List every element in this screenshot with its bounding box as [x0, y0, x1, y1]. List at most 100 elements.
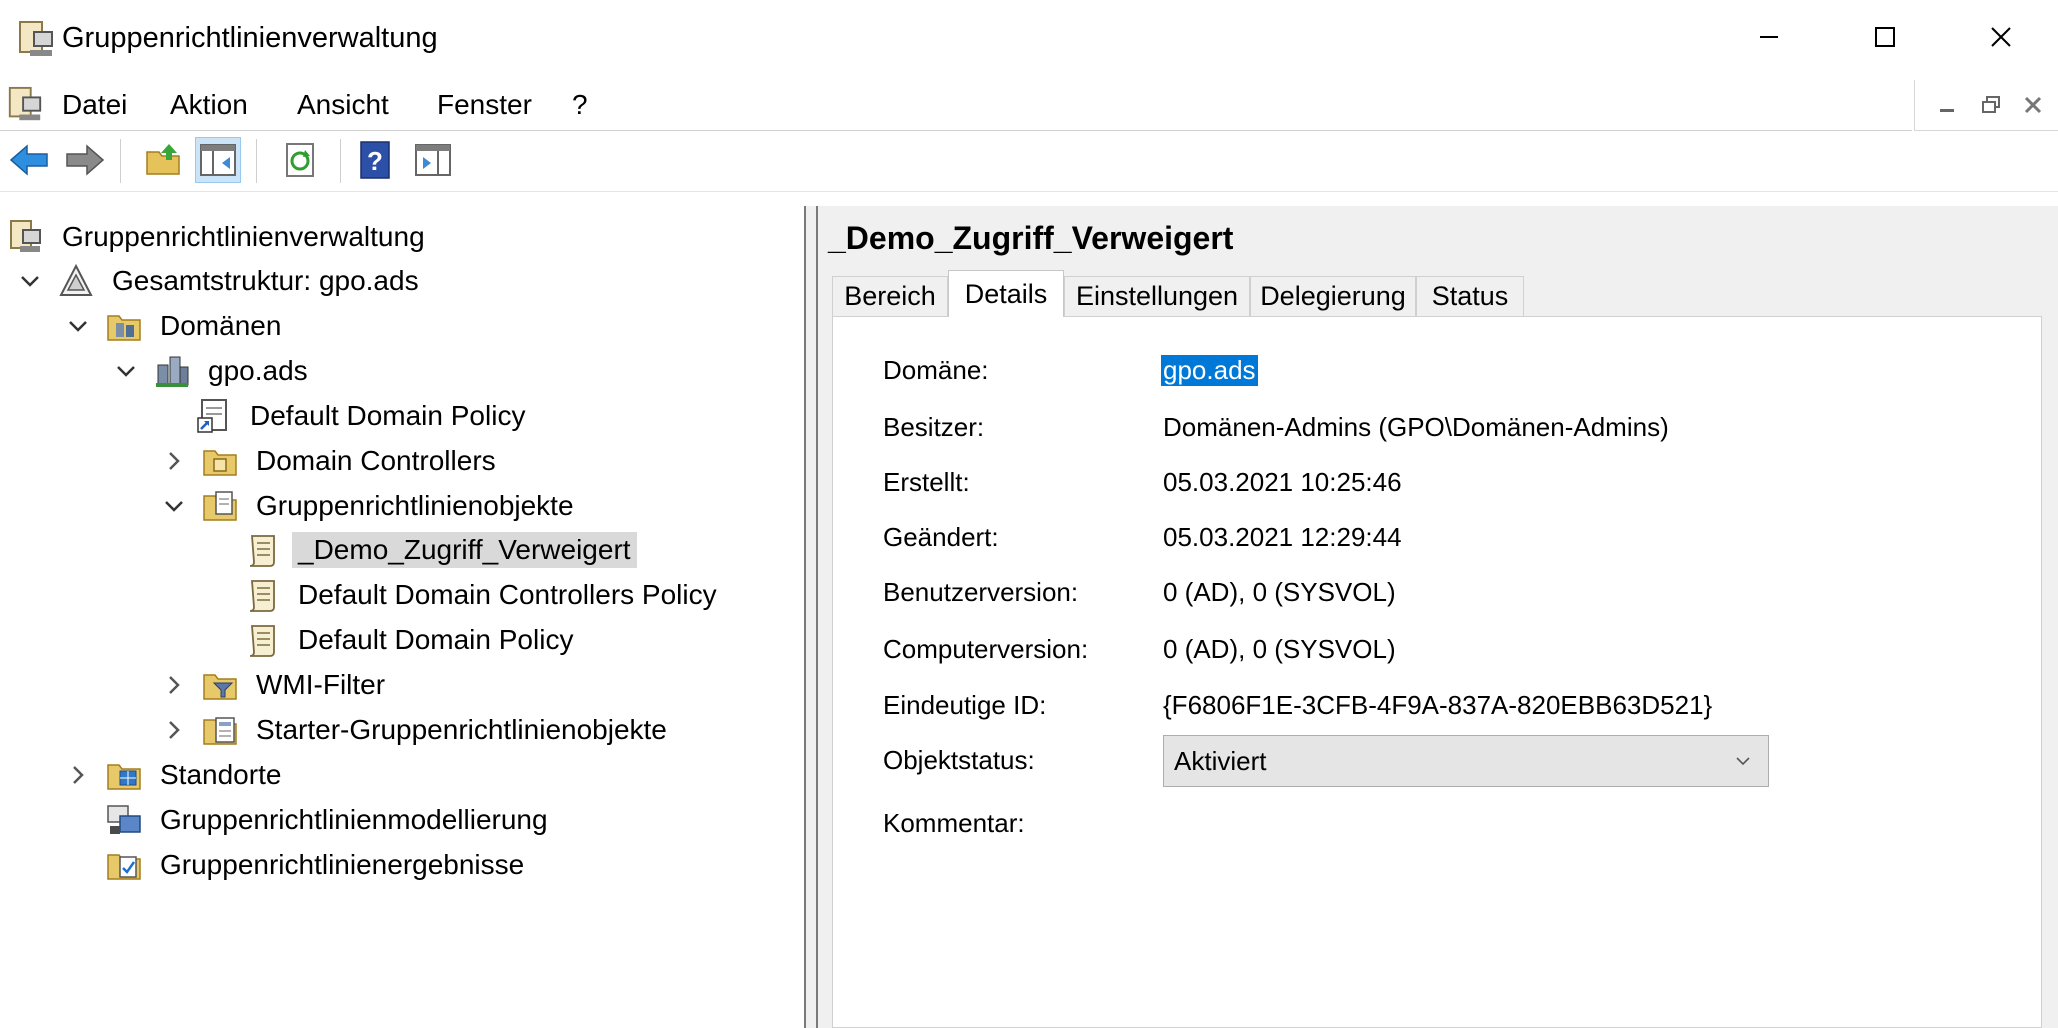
chevron-down-icon[interactable] — [160, 492, 188, 520]
modified-label: Geändert: — [883, 522, 999, 552]
show-hide-action-pane-button[interactable] — [410, 137, 456, 183]
tree-item-sites[interactable]: Standorte — [64, 754, 287, 796]
chevron-down-icon — [1736, 757, 1750, 766]
tree-item-gpmc-root[interactable]: Gruppenrichtlinienverwaltung — [8, 216, 431, 258]
tree-label: Default Domain Controllers Policy — [298, 579, 717, 610]
tab-bereich[interactable]: Bereich — [832, 276, 948, 316]
tab-delegierung[interactable]: Delegierung — [1250, 276, 1416, 316]
chevron-down-icon[interactable] — [64, 312, 92, 340]
comment-label: Kommentar: — [883, 808, 1025, 838]
close-icon — [1991, 27, 2011, 47]
tree-label: Default Domain Policy — [250, 400, 526, 431]
tree-label: _Demo_Zugriff_Verweigert — [292, 532, 637, 568]
tree-item-results[interactable]: Gruppenrichtlinienergebnisse — [106, 844, 530, 886]
chevron-down-icon[interactable] — [16, 267, 44, 295]
tab-einstellungen[interactable]: Einstellungen — [1064, 276, 1250, 316]
mdi-minimize-button[interactable] — [1927, 88, 1967, 122]
gpmc-root-icon — [10, 220, 41, 252]
tree-label: Starter-Gruppenrichtlinienobjekte — [256, 714, 667, 745]
toolbar: ? — [0, 131, 2058, 192]
wmi-filter-folder-icon — [203, 674, 237, 700]
modeling-icon — [107, 805, 141, 834]
close-icon — [2024, 96, 2042, 114]
tree-item-gpo-demo-zugriff-verweigert[interactable]: _Demo_Zugriff_Verweigert — [244, 529, 637, 571]
folder-up-icon — [146, 144, 180, 175]
menu-datei[interactable]: Datei — [62, 88, 127, 122]
tree-item-gpo-default-domain-controllers-policy[interactable]: Default Domain Controllers Policy — [244, 574, 723, 616]
arrow-left-icon — [9, 144, 48, 176]
tree-item-default-domain-policy-link[interactable]: Default Domain Policy — [196, 395, 531, 437]
help-button[interactable]: ? — [352, 137, 398, 183]
minimize-icon — [1940, 109, 1954, 112]
tree-item-wmi-filter[interactable]: WMI-Filter — [160, 664, 391, 706]
tab-details[interactable]: Details — [948, 270, 1064, 317]
tree-label: Domain Controllers — [256, 445, 496, 476]
refresh-button[interactable] — [278, 137, 324, 183]
gpmc-app-icon — [19, 21, 53, 56]
tree-item-domain-controllers[interactable]: Domain Controllers — [160, 440, 502, 482]
gpo-status-value: Aktiviert — [1174, 745, 1267, 776]
mdi-restore-button[interactable] — [1971, 88, 2011, 122]
domains-folder-icon — [107, 315, 141, 341]
tree-item-modeling[interactable]: Gruppenrichtlinienmodellierung — [106, 799, 554, 841]
tree-item-forest[interactable]: Gesamtstruktur: gpo.ads — [16, 260, 425, 302]
unique-id-value: {F6806F1E-3CFB-4F9A-837A-820EBB63D521} — [1163, 690, 1713, 720]
results-icon — [107, 854, 141, 880]
back-button[interactable] — [6, 137, 52, 183]
arrow-right-icon — [66, 144, 105, 176]
owner-label: Besitzer: — [883, 412, 985, 442]
domain-value[interactable]: gpo.ads — [1161, 355, 1258, 386]
menu-ansicht[interactable]: Ansicht — [297, 88, 389, 122]
console-system-icon[interactable] — [6, 86, 44, 124]
menu-fenster[interactable]: Fenster — [437, 88, 532, 122]
tree-label: Gruppenrichtlinienmodellierung — [160, 804, 548, 835]
tree-item-domains[interactable]: Domänen — [64, 305, 287, 347]
gpo-title: _Demo_Zugriff_Verweigert — [828, 220, 1234, 256]
forward-button[interactable] — [62, 137, 108, 183]
minimize-icon — [1760, 36, 1778, 38]
tree-label: Standorte — [160, 759, 282, 790]
mdi-close-button[interactable] — [2013, 88, 2053, 122]
up-level-button[interactable] — [140, 137, 186, 183]
gpo-status-label: Objektstatus: — [883, 745, 1035, 775]
gpo-folder-icon — [203, 491, 237, 521]
tree-item-gpo-default-domain-policy[interactable]: Default Domain Policy — [244, 619, 579, 661]
domain-label: Domäne: — [883, 355, 989, 385]
user-version-value: 0 (AD), 0 (SYSVOL) — [1163, 577, 1396, 607]
chevron-down-icon[interactable] — [112, 357, 140, 385]
sites-folder-icon — [107, 764, 141, 790]
gpo-status-select[interactable]: Aktiviert — [1163, 735, 1769, 787]
svg-text:?: ? — [367, 146, 383, 176]
tree-label: Default Domain Policy — [298, 624, 574, 655]
help-book-icon: ? — [360, 141, 390, 179]
show-hide-console-tree-button[interactable] — [195, 137, 241, 183]
gpo-scroll-icon — [249, 625, 275, 657]
tree-label: gpo.ads — [208, 355, 308, 386]
action-pane-icon — [415, 144, 451, 176]
user-version-label: Benutzerversion: — [883, 577, 1079, 607]
computer-version-value: 0 (AD), 0 (SYSVOL) — [1163, 634, 1396, 664]
tree-item-starter-gpos[interactable]: Starter-Gruppenrichtlinienobjekte — [160, 709, 673, 751]
maximize-button[interactable] — [1840, 12, 1930, 62]
tree-label: Gesamtstruktur: gpo.ads — [112, 265, 419, 296]
chevron-right-icon[interactable] — [64, 761, 92, 789]
tree-item-gpo-container[interactable]: Gruppenrichtlinienobjekte — [160, 485, 580, 527]
created-value: 05.03.2021 10:25:46 — [1163, 467, 1402, 497]
owner-value: Domänen-Admins (GPO\Domänen-Admins) — [1163, 412, 1669, 442]
minimize-button[interactable] — [1724, 12, 1814, 62]
tree-item-domain-gpo-ads[interactable]: gpo.ads — [112, 350, 314, 392]
chevron-right-icon[interactable] — [160, 716, 188, 744]
window-title: Gruppenrichtlinienverwaltung — [62, 22, 438, 54]
chevron-right-icon[interactable] — [160, 447, 188, 475]
menu-aktion[interactable]: Aktion — [170, 88, 248, 122]
gpo-scroll-icon — [249, 535, 275, 567]
pane-splitter[interactable] — [806, 206, 816, 1028]
tree-label: WMI-Filter — [256, 669, 386, 700]
tree-label: Gruppenrichtlinienergebnisse — [160, 849, 525, 880]
close-button[interactable] — [1956, 12, 2046, 62]
created-label: Erstellt: — [883, 467, 970, 497]
menu-help[interactable]: ? — [572, 88, 588, 122]
menu-bar: Datei Aktion Ansicht Fenster ? — [0, 80, 1912, 131]
chevron-right-icon[interactable] — [160, 671, 188, 699]
tab-status[interactable]: Status — [1416, 276, 1524, 316]
